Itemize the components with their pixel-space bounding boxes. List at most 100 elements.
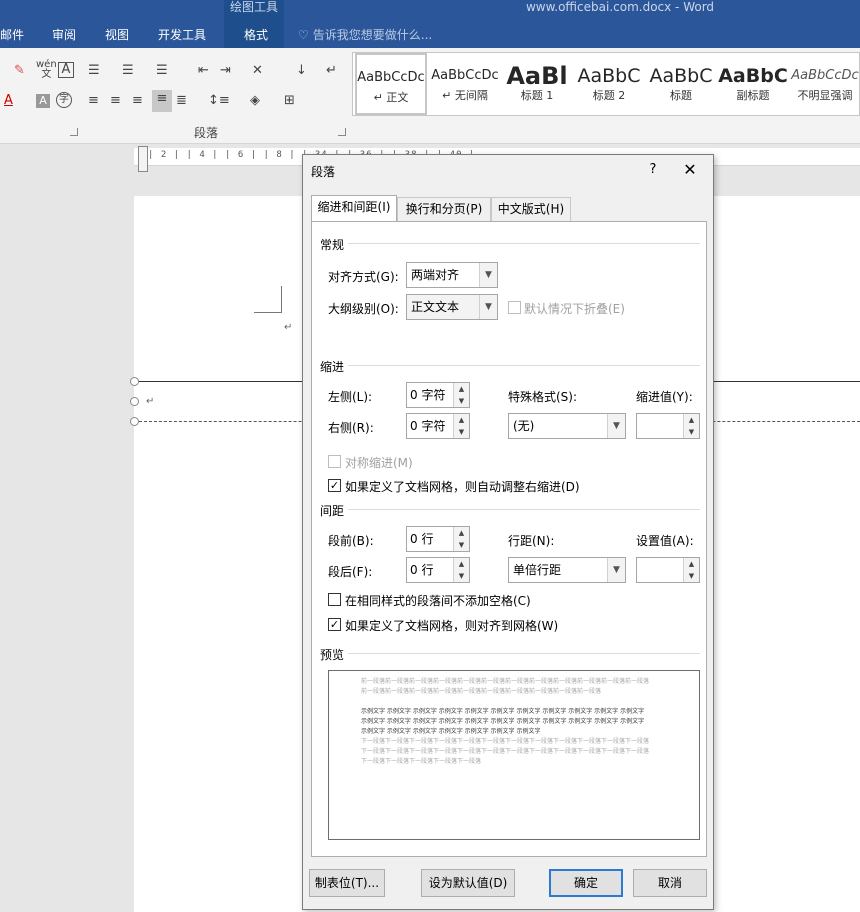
- lightbulb-icon: ♡: [298, 28, 309, 42]
- spin-up-icon[interactable]: ▲: [454, 383, 469, 395]
- spin-up-icon[interactable]: ▲: [684, 414, 699, 426]
- character-border-icon[interactable]: A: [58, 62, 74, 78]
- style-subtitle[interactable]: AaBbC 副标题: [717, 53, 789, 115]
- paragraph-preview: 前一段落前一段落前一段落前一段落前一段落前一段落前一段落前一段落前一段落前一段落…: [328, 670, 700, 840]
- spin-up-icon[interactable]: ▲: [454, 414, 469, 426]
- spacing-after-spinner[interactable]: 0 行 ▲ ▼: [406, 557, 470, 583]
- spin-down-icon[interactable]: ▼: [454, 539, 469, 551]
- tell-me-box[interactable]: ♡ 告诉我您想要做什么...: [298, 26, 432, 44]
- style-normal[interactable]: AaBbCcDc ↵ 正文: [355, 53, 427, 115]
- style-heading-1[interactable]: AaBl 标题 1: [501, 53, 573, 115]
- spacing-at-spinner[interactable]: ▲ ▼: [636, 557, 700, 583]
- decrease-indent-icon[interactable]: ⇤: [198, 62, 209, 80]
- spin-up-icon[interactable]: ▲: [684, 558, 699, 570]
- clear-formatting-icon[interactable]: ✎: [14, 62, 25, 80]
- cancel-button[interactable]: 取消: [633, 869, 707, 897]
- tab-line-page-breaks[interactable]: 换行和分页(P): [397, 197, 491, 221]
- style-name: 标题: [670, 89, 692, 102]
- distributed-icon[interactable]: ≣: [176, 92, 187, 110]
- spin-down-icon[interactable]: ▼: [454, 426, 469, 438]
- align-center-icon[interactable]: ≡: [110, 92, 121, 110]
- alignment-select[interactable]: 两端对齐 ▼: [406, 262, 498, 288]
- no-space-same-style-checkbox[interactable]: [328, 593, 341, 606]
- margin-corner-mark: [281, 286, 282, 313]
- align-left-icon[interactable]: ≡: [88, 92, 99, 110]
- tab-format[interactable]: 格式: [230, 22, 282, 48]
- style-sample: AaBl: [506, 63, 568, 89]
- line-spacing-select[interactable]: 单倍行距 ▼: [508, 557, 626, 583]
- style-subtle-emphasis[interactable]: AaBbCcDc 不明显强调: [789, 53, 860, 115]
- spin-down-icon[interactable]: ▼: [684, 570, 699, 582]
- left-indent-spinner[interactable]: 0 字符 ▲ ▼: [406, 382, 470, 408]
- spacing-before-value: 0 行: [410, 532, 434, 546]
- indent-marker-icon[interactable]: [138, 146, 148, 172]
- resize-handle-icon[interactable]: [130, 397, 139, 406]
- character-shading-icon[interactable]: A: [36, 94, 50, 108]
- tab-view[interactable]: 视图: [105, 26, 129, 44]
- tab-indents-spacing[interactable]: 缩进和间距(I): [311, 195, 397, 222]
- font-dialog-launcher-icon[interactable]: [70, 128, 78, 136]
- chevron-down-icon: ▼: [607, 414, 625, 438]
- style-name: 副标题: [736, 89, 770, 102]
- bullets-icon[interactable]: ☰: [88, 62, 100, 80]
- paragraph-mark: ↵: [146, 396, 155, 407]
- paragraph-dialog-launcher-icon[interactable]: [338, 128, 346, 136]
- chevron-down-icon: ▼: [607, 558, 625, 582]
- line-spacing-icon[interactable]: ↕≡: [208, 92, 230, 110]
- set-default-button[interactable]: 设为默认值(D): [421, 869, 515, 897]
- style-sample: AaBbC: [718, 65, 788, 87]
- sort-icon[interactable]: ↓: [296, 62, 307, 80]
- tabs-button[interactable]: 制表位(T)...: [309, 869, 385, 897]
- shading-icon[interactable]: ◈: [250, 92, 260, 110]
- style-title[interactable]: AaBbC 标题: [645, 53, 717, 115]
- preview-previous-paragraph: 前一段落前一段落前一段落前一段落前一段落前一段落前一段落前一段落前一段落前一段落…: [361, 678, 650, 695]
- outline-level-label: 大纲级别(O):: [328, 302, 399, 316]
- right-indent-spinner[interactable]: 0 字符 ▲ ▼: [406, 413, 470, 439]
- snap-to-grid-checkbox[interactable]: ✓: [328, 618, 341, 631]
- close-icon[interactable]: ✕: [675, 159, 705, 181]
- chinese-layout-icon[interactable]: ✕: [252, 62, 263, 80]
- spin-down-icon[interactable]: ▼: [454, 570, 469, 582]
- enclose-characters-icon[interactable]: 字: [56, 92, 72, 108]
- font-color-icon[interactable]: A: [4, 92, 13, 110]
- right-indent-value: 0 字符: [410, 419, 446, 433]
- auto-adjust-indent-checkbox[interactable]: ✓: [328, 479, 341, 492]
- tab-mailings[interactable]: 邮件: [0, 26, 24, 44]
- indent-by-spinner[interactable]: ▲ ▼: [636, 413, 700, 439]
- resize-handle-icon[interactable]: [130, 417, 139, 426]
- show-marks-icon[interactable]: ↵: [326, 62, 337, 80]
- tab-asian-typography[interactable]: 中文版式(H): [491, 197, 571, 221]
- special-indent-label: 特殊格式(S):: [508, 390, 578, 404]
- multilevel-list-icon[interactable]: ☰: [156, 62, 168, 80]
- right-indent-label: 右侧(R):: [328, 421, 374, 435]
- phonetic-guide-icon[interactable]: wén 文: [36, 60, 57, 80]
- style-no-spacing[interactable]: AaBbCcDc ↵ 无间隔: [429, 53, 501, 115]
- mirror-indents-checkbox[interactable]: [328, 455, 341, 468]
- preview-sample-text: 示例文字 示例文字 示例文字 示例文字 示例文字 示例文字 示例文字 示例文字 …: [361, 708, 645, 735]
- spin-up-icon[interactable]: ▲: [454, 527, 469, 539]
- divider: [348, 243, 700, 244]
- paragraph-group-label: 段落: [194, 126, 219, 140]
- align-right-icon[interactable]: ≡: [132, 92, 143, 110]
- spin-down-icon[interactable]: ▼: [454, 395, 469, 407]
- ok-button[interactable]: 确定: [549, 869, 623, 897]
- justify-icon[interactable]: ≡: [152, 90, 172, 112]
- increase-indent-icon[interactable]: ⇥: [220, 62, 231, 80]
- spacing-after-label: 段后(F):: [328, 565, 373, 579]
- collapse-checkbox[interactable]: [508, 301, 521, 314]
- tab-review[interactable]: 审阅: [52, 26, 76, 44]
- resize-handle-icon[interactable]: [130, 377, 139, 386]
- style-heading-2[interactable]: AaBbC 标题 2: [573, 53, 645, 115]
- help-button[interactable]: ?: [641, 159, 665, 181]
- left-indent-label: 左侧(L):: [328, 390, 373, 404]
- spin-up-icon[interactable]: ▲: [454, 558, 469, 570]
- spin-down-icon[interactable]: ▼: [684, 426, 699, 438]
- numbering-icon[interactable]: ☰: [122, 62, 134, 80]
- borders-icon[interactable]: ⊞: [284, 92, 295, 110]
- style-name: 不明显强调: [797, 89, 853, 102]
- tab-developer[interactable]: 开发工具: [158, 26, 206, 44]
- spacing-before-spinner[interactable]: 0 行 ▲ ▼: [406, 526, 470, 552]
- outline-level-select[interactable]: 正文文本 ▼: [406, 294, 498, 320]
- special-indent-select[interactable]: (无) ▼: [508, 413, 626, 439]
- section-general-header: 常规: [320, 238, 345, 252]
